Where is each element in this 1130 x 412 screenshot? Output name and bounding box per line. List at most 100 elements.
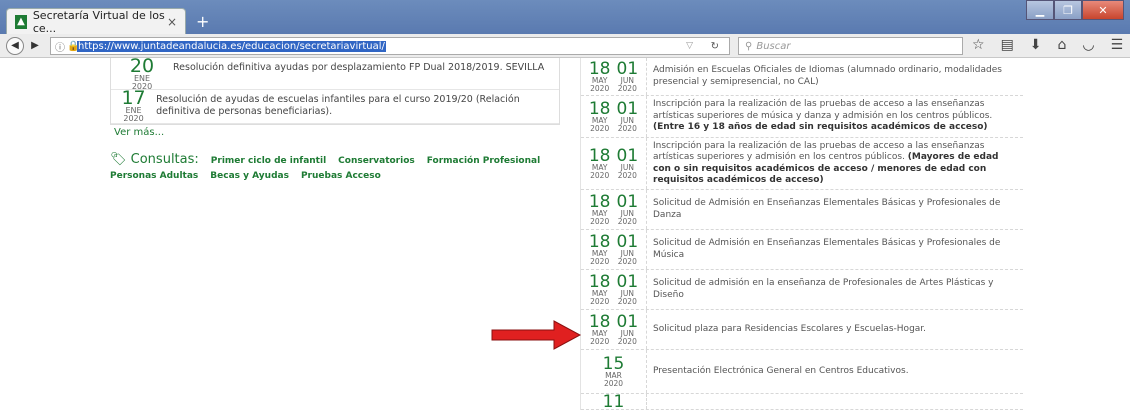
link-personas-adultas[interactable]: Personas Adultas — [110, 171, 198, 181]
ver-mas-link[interactable]: Ver más... — [114, 127, 560, 138]
window-titlebar: ▲ Secretaría Virtual de los ce... × + ▁ … — [0, 0, 1130, 35]
navigation-toolbar: ◀ ▶ ⓘ 🔒 https://www.juntadeandalucia.es/… — [0, 34, 1130, 58]
reload-icon[interactable]: ↻ — [711, 41, 719, 52]
date-year: 2020 — [590, 216, 610, 226]
link-becas-ayudas[interactable]: Becas y Ayudas — [210, 171, 289, 181]
procedure-item[interactable]: 18 MAY 2020 01 JUN 2020 Solicitud de admisión … — [581, 270, 1023, 310]
link-primer-ciclo[interactable]: Primer ciclo de infantil — [211, 156, 326, 166]
procedure-dates: 18 MAY 2020 01 JUN 2020 — [581, 191, 646, 226]
news-day: 17 — [121, 87, 146, 109]
news-day: 20 — [129, 55, 155, 77]
procedure-text[interactable]: Admisión en Escuelas Oficiales de Idioma… — [646, 58, 1023, 95]
bookmark-star-icon[interactable]: ☆ — [972, 37, 985, 53]
procedure-description: Admisión en Escuelas Oficiales de Idioma… — [653, 65, 1002, 87]
info-icon[interactable]: ⓘ — [55, 39, 65, 54]
minimize-icon[interactable]: ▁ — [1026, 0, 1054, 20]
date-year: 2020 — [617, 336, 637, 346]
procedure-note: (Entre 16 y 18 años de edad sin requisit… — [653, 122, 988, 133]
start-date: 18 MAY 2020 — [588, 231, 611, 266]
reading-list-icon[interactable]: ▤ — [1001, 37, 1014, 53]
new-tab-button[interactable]: + — [196, 12, 209, 31]
back-arrow-icon[interactable]: ◀ — [6, 36, 24, 55]
date-year: 2020 — [617, 83, 637, 93]
procedure-text[interactable]: Solicitud de Admisión en Enseñanzas Elem… — [646, 230, 1023, 269]
procedure-description: Solicitud de Admisión en Enseñanzas Elem… — [653, 238, 1001, 260]
red-arrow-annotation — [491, 320, 582, 350]
search-icon: ⚲ — [745, 40, 753, 52]
date-day: 18 — [588, 145, 611, 166]
date-year: 2020 — [590, 256, 610, 266]
date-day: 18 — [588, 191, 611, 212]
procedure-text[interactable]: Solicitud plaza para Residencias Escolar… — [646, 310, 1023, 349]
start-date: 18 MAY 2020 — [588, 145, 611, 180]
procedure-text[interactable]: Inscripción para la realización de las p… — [646, 96, 1023, 137]
search-input[interactable]: ⚲ Buscar — [738, 37, 963, 55]
procedure-description: Inscripción para la realización de las p… — [653, 140, 999, 186]
procedure-note: (Mayores de edad con o sin requisitos ac… — [653, 152, 999, 185]
end-date: 01 JUN 2020 — [616, 145, 639, 180]
url-text[interactable]: https://www.juntadeandalucia.es/educacio… — [77, 40, 386, 52]
procedure-item[interactable]: 18 MAY 2020 01 JUN 2020 Inscripción para la re… — [581, 96, 1023, 138]
procedure-item[interactable]: 18 MAY 2020 01 JUN 2020 Solicitud de Admisión … — [581, 230, 1023, 270]
start-date: 18 MAY 2020 — [588, 271, 611, 306]
procedure-description: Solicitud plaza para Residencias Escolar… — [653, 323, 927, 334]
procedure-text[interactable] — [646, 394, 1023, 409]
download-icon[interactable]: ⬇ — [1030, 37, 1042, 53]
forward-arrow-icon[interactable]: ▶ — [26, 37, 44, 55]
date-day: 11 — [602, 391, 625, 412]
procedure-dates: 18 MAY 2020 01 JUN 2020 — [581, 231, 646, 266]
close-window-icon[interactable]: ✕ — [1082, 0, 1124, 20]
date-day: 18 — [588, 98, 611, 119]
procedure-text[interactable]: Presentación Electrónica General en Cent… — [646, 350, 1023, 393]
news-text[interactable]: Resolución de ayudas de escuelas infanti… — [156, 90, 559, 123]
procedure-dates: 11 — [581, 391, 646, 412]
menu-icon[interactable]: ☰ — [1111, 37, 1124, 53]
toolbar-icons: ☆ ▤ ⬇ ⌂ ◡ ☰ — [972, 37, 1123, 53]
link-pruebas-acceso[interactable]: Pruebas Acceso — [301, 171, 381, 181]
date-day: 18 — [588, 231, 611, 252]
window-controls: ▁ ❐ ✕ — [1026, 0, 1124, 20]
procedure-text[interactable]: Solicitud de admisión en la enseñanza de… — [646, 270, 1023, 309]
consultas-label-text: Consultas: — [130, 152, 199, 167]
date-day: 01 — [616, 145, 639, 166]
procedure-text[interactable]: Solicitud de Admisión en Enseñanzas Elem… — [646, 190, 1023, 229]
date-year: 2020 — [590, 336, 610, 346]
consultas-section: 🏷 Consultas: Primer ciclo de infantil Co… — [110, 152, 560, 181]
maximize-icon[interactable]: ❐ — [1054, 0, 1082, 20]
date-day: 18 — [588, 271, 611, 292]
home-icon[interactable]: ⌂ — [1058, 37, 1067, 53]
news-year: 2020 — [123, 114, 144, 123]
start-date: 18 MAY 2020 — [588, 311, 611, 346]
tab-title: Secretaría Virtual de los ce... — [32, 8, 165, 35]
browser-tab[interactable]: ▲ Secretaría Virtual de los ce... × — [6, 8, 186, 35]
start-date: 18 MAY 2020 — [588, 98, 611, 133]
date-day: 01 — [616, 98, 639, 119]
procedure-item[interactable]: 15 MAR 2020 Presentación Electrónica Genera… — [581, 350, 1023, 394]
end-date: 01 JUN 2020 — [617, 313, 639, 346]
procedure-item[interactable]: 18 MAY 2020 01 JUN 2020 Solicitud plaza para R… — [581, 310, 1023, 350]
end-date: 01 JUN 2020 — [617, 193, 639, 226]
procedure-item[interactable]: 11 — [581, 391, 1023, 412]
news-item[interactable]: 20 ENE 2020 Resolución definitiva ayudas… — [111, 55, 559, 91]
procedure-dates: 18 MAY 2020 01 JUN 2020 — [581, 311, 646, 346]
site-favicon-icon: ▲ — [15, 14, 27, 29]
date-year: 2020 — [590, 296, 610, 306]
link-conservatorios[interactable]: Conservatorios — [338, 156, 415, 166]
news-text[interactable]: Resolución definitiva ayudas por desplaz… — [173, 58, 552, 89]
procedure-item[interactable]: 18 MAY 2020 01 JUN 2020 Inscripción para la re… — [581, 138, 1023, 190]
address-bar[interactable]: ⓘ 🔒 https://www.juntadeandalucia.es/educ… — [50, 37, 730, 55]
date-day: 18 — [588, 311, 611, 332]
start-date: 18 MAY 2020 — [589, 60, 611, 93]
date-day: 15 — [602, 353, 625, 374]
link-formacion-profesional[interactable]: Formación Profesional — [427, 156, 540, 166]
procedures-list: 18 MAY 2020 01 JUN 2020 Admisión en Escuelas O… — [580, 58, 1023, 410]
tab-close-icon[interactable]: × — [167, 15, 177, 29]
date-year: 2020 — [590, 83, 610, 93]
end-date: 01 JUN 2020 — [617, 60, 639, 93]
news-item[interactable]: 17 ENE 2020 Resolución de ayudas de escu… — [111, 87, 559, 124]
pocket-icon[interactable]: ◡ — [1082, 37, 1094, 53]
dropdown-arrow-icon[interactable]: ▽ — [686, 41, 693, 51]
procedure-item[interactable]: 18 MAY 2020 01 JUN 2020 Solicitud de Admisión … — [581, 190, 1023, 230]
procedure-item[interactable]: 18 MAY 2020 01 JUN 2020 Admisión en Escuelas O… — [581, 58, 1023, 96]
procedure-text[interactable]: Inscripción para la realización de las p… — [646, 138, 1023, 189]
